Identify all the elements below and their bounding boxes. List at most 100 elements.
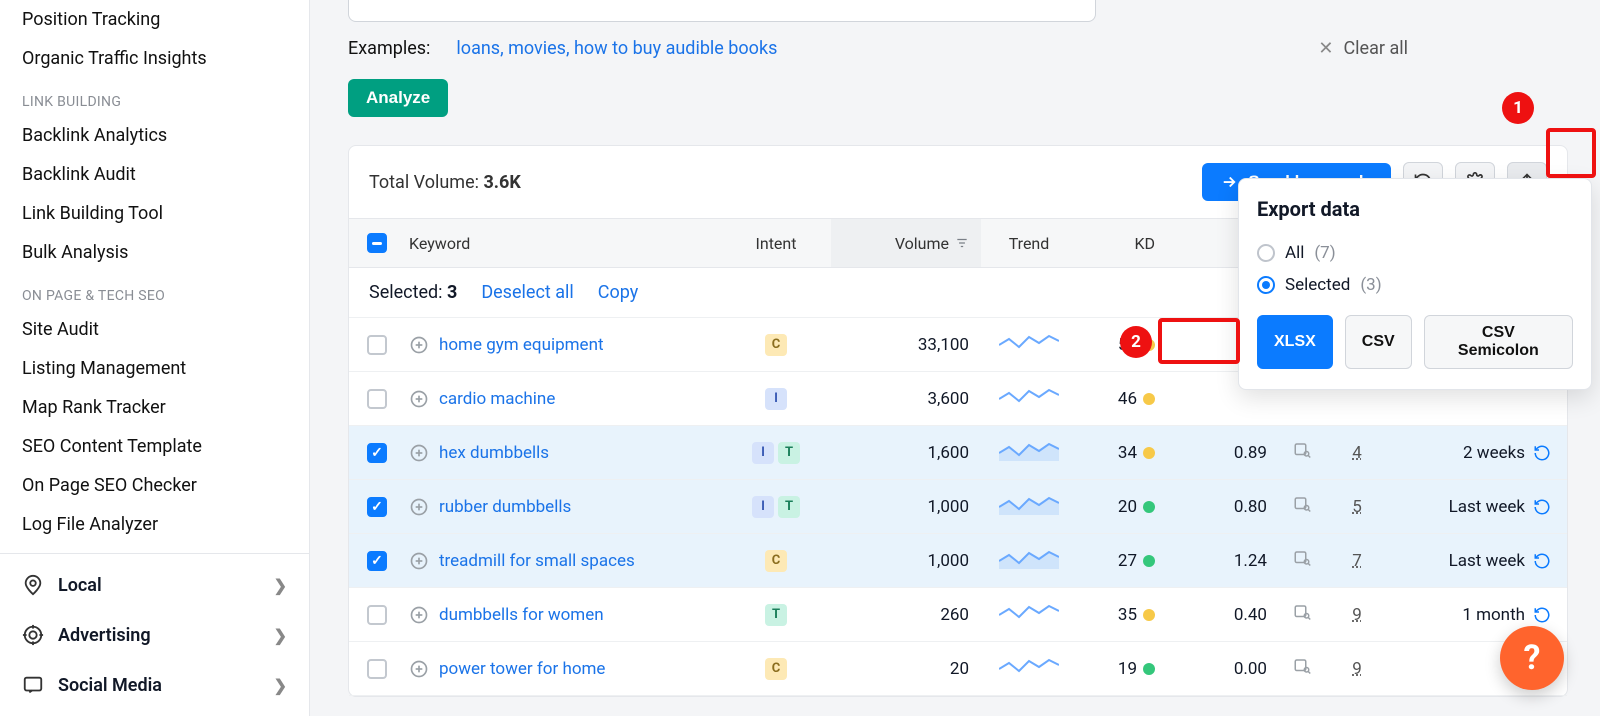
- add-icon[interactable]: [409, 389, 429, 409]
- sidebar-link[interactable]: Listing Management: [0, 349, 309, 388]
- kd-value: 20: [1118, 497, 1137, 517]
- add-icon[interactable]: [409, 497, 429, 517]
- sidebar-bottom-advertising[interactable]: Advertising ❯: [0, 610, 309, 660]
- add-icon[interactable]: [409, 605, 429, 625]
- map-pin-icon: [22, 574, 44, 596]
- sidebar-bottom-label: Advertising: [58, 625, 151, 646]
- col-kd[interactable]: KD: [1077, 234, 1167, 253]
- table-row: power tower for home C 20 19 0.00 9 4: [349, 642, 1567, 696]
- volume-value: 20: [950, 659, 969, 679]
- add-icon[interactable]: [409, 551, 429, 571]
- row-checkbox[interactable]: [367, 443, 387, 463]
- results-value: 5: [1352, 497, 1362, 517]
- updated-value: 2 weeks: [1463, 443, 1525, 463]
- sidebar-link[interactable]: Log File Analyzer: [0, 505, 309, 544]
- sidebar-link[interactable]: Link Building Tool: [0, 194, 309, 233]
- refresh-icon[interactable]: [1533, 606, 1551, 624]
- serp-icon[interactable]: [1293, 657, 1311, 675]
- keyword-link[interactable]: rubber dumbbells: [439, 497, 571, 517]
- sidebar-link[interactable]: Bulk Analysis: [0, 233, 309, 272]
- refresh-icon[interactable]: [1533, 552, 1551, 570]
- kd-dot-icon: [1143, 555, 1155, 567]
- close-icon: ✕: [1318, 38, 1333, 59]
- add-icon[interactable]: [409, 659, 429, 679]
- intent-badge: T: [778, 496, 800, 518]
- add-icon[interactable]: [409, 443, 429, 463]
- serp-icon[interactable]: [1293, 495, 1311, 513]
- export-all-option[interactable]: All (7): [1257, 237, 1573, 269]
- row-checkbox[interactable]: [367, 551, 387, 571]
- sidebar-link[interactable]: Site Audit: [0, 310, 309, 349]
- kd-value: 19: [1118, 659, 1137, 679]
- col-keyword[interactable]: Keyword: [405, 234, 721, 253]
- radio-icon: [1257, 244, 1275, 262]
- sidebar-bottom-local[interactable]: Local ❯: [0, 560, 309, 610]
- row-checkbox[interactable]: [367, 335, 387, 355]
- kd-value: 34: [1118, 443, 1137, 463]
- updated-value: 1 month: [1462, 605, 1525, 625]
- kd-dot-icon: [1143, 339, 1155, 351]
- row-checkbox[interactable]: [367, 497, 387, 517]
- serp-icon[interactable]: [1293, 603, 1311, 621]
- radio-icon: [1257, 276, 1275, 294]
- clear-all-button[interactable]: ✕ Clear all: [1318, 38, 1408, 59]
- examples-links[interactable]: loans, movies, how to buy audible books: [456, 38, 777, 59]
- table-row: treadmill for small spaces C 1,000 27 1.…: [349, 534, 1567, 588]
- sidebar-link[interactable]: Position Tracking: [0, 0, 309, 39]
- results-value: 7: [1352, 551, 1362, 571]
- keyword-link[interactable]: hex dumbbells: [439, 443, 549, 463]
- deselect-all-button[interactable]: Deselect all: [481, 282, 573, 303]
- results-value: 9: [1352, 659, 1362, 679]
- export-selected-option[interactable]: Selected (3): [1257, 269, 1573, 301]
- trend-sparkline: [999, 655, 1059, 677]
- cpc-value: 0.40: [1234, 605, 1267, 625]
- refresh-icon[interactable]: [1533, 444, 1551, 462]
- target-icon: [22, 624, 44, 646]
- clear-all-label: Clear all: [1343, 38, 1408, 59]
- main-area: Examples: loans, movies, how to buy audi…: [310, 0, 1600, 716]
- kd-dot-icon: [1143, 393, 1155, 405]
- sidebar-bottom-social[interactable]: Social Media ❯: [0, 660, 309, 710]
- chat-icon: [22, 674, 44, 696]
- sidebar-link[interactable]: Map Rank Tracker: [0, 388, 309, 427]
- intent-badge: C: [765, 550, 787, 572]
- examples-label: Examples:: [348, 38, 430, 59]
- keyword-input[interactable]: [348, 0, 1096, 22]
- row-checkbox[interactable]: [367, 389, 387, 409]
- copy-button[interactable]: Copy: [598, 282, 639, 303]
- row-checkbox[interactable]: [367, 659, 387, 679]
- col-intent[interactable]: Intent: [721, 234, 831, 253]
- sidebar-group-title: LINK BUILDING: [0, 78, 309, 116]
- sidebar-link[interactable]: Organic Traffic Insights: [0, 39, 309, 78]
- add-icon[interactable]: [409, 335, 429, 355]
- sidebar-link[interactable]: Backlink Analytics: [0, 116, 309, 155]
- sidebar-link[interactable]: On Page SEO Checker: [0, 466, 309, 505]
- sidebar-group-title: ON PAGE & TECH SEO: [0, 272, 309, 310]
- chevron-right-icon: ❯: [274, 676, 287, 695]
- help-button[interactable]: ?: [1500, 626, 1564, 690]
- col-trend[interactable]: Trend: [981, 234, 1077, 253]
- sidebar-link[interactable]: SEO Content Template: [0, 427, 309, 466]
- serp-icon[interactable]: [1293, 441, 1311, 459]
- intent-badge: C: [765, 334, 787, 356]
- sidebar-link[interactable]: Backlink Audit: [0, 155, 309, 194]
- export-csv-button[interactable]: CSV: [1345, 315, 1412, 369]
- kd-value: 27: [1118, 551, 1137, 571]
- col-volume[interactable]: Volume: [831, 219, 981, 267]
- export-popover: Export data All (7) Selected (3) XLSX CS…: [1238, 178, 1592, 390]
- kd-dot-icon: [1143, 663, 1155, 675]
- trend-sparkline: [999, 547, 1059, 569]
- serp-icon[interactable]: [1293, 549, 1311, 567]
- keyword-link[interactable]: power tower for home: [439, 659, 605, 679]
- analyze-button[interactable]: Analyze: [348, 79, 448, 117]
- row-checkbox[interactable]: [367, 605, 387, 625]
- refresh-icon[interactable]: [1533, 498, 1551, 516]
- export-csv-semicolon-button[interactable]: CSV Semicolon: [1424, 315, 1573, 369]
- select-all-checkbox[interactable]: [367, 233, 387, 253]
- export-xlsx-button[interactable]: XLSX: [1257, 315, 1333, 369]
- keyword-link[interactable]: cardio machine: [439, 389, 555, 409]
- keyword-link[interactable]: treadmill for small spaces: [439, 551, 635, 571]
- keyword-link[interactable]: dumbbells for women: [439, 605, 604, 625]
- keyword-link[interactable]: home gym equipment: [439, 335, 604, 355]
- cpc-value: 1.24: [1234, 551, 1267, 571]
